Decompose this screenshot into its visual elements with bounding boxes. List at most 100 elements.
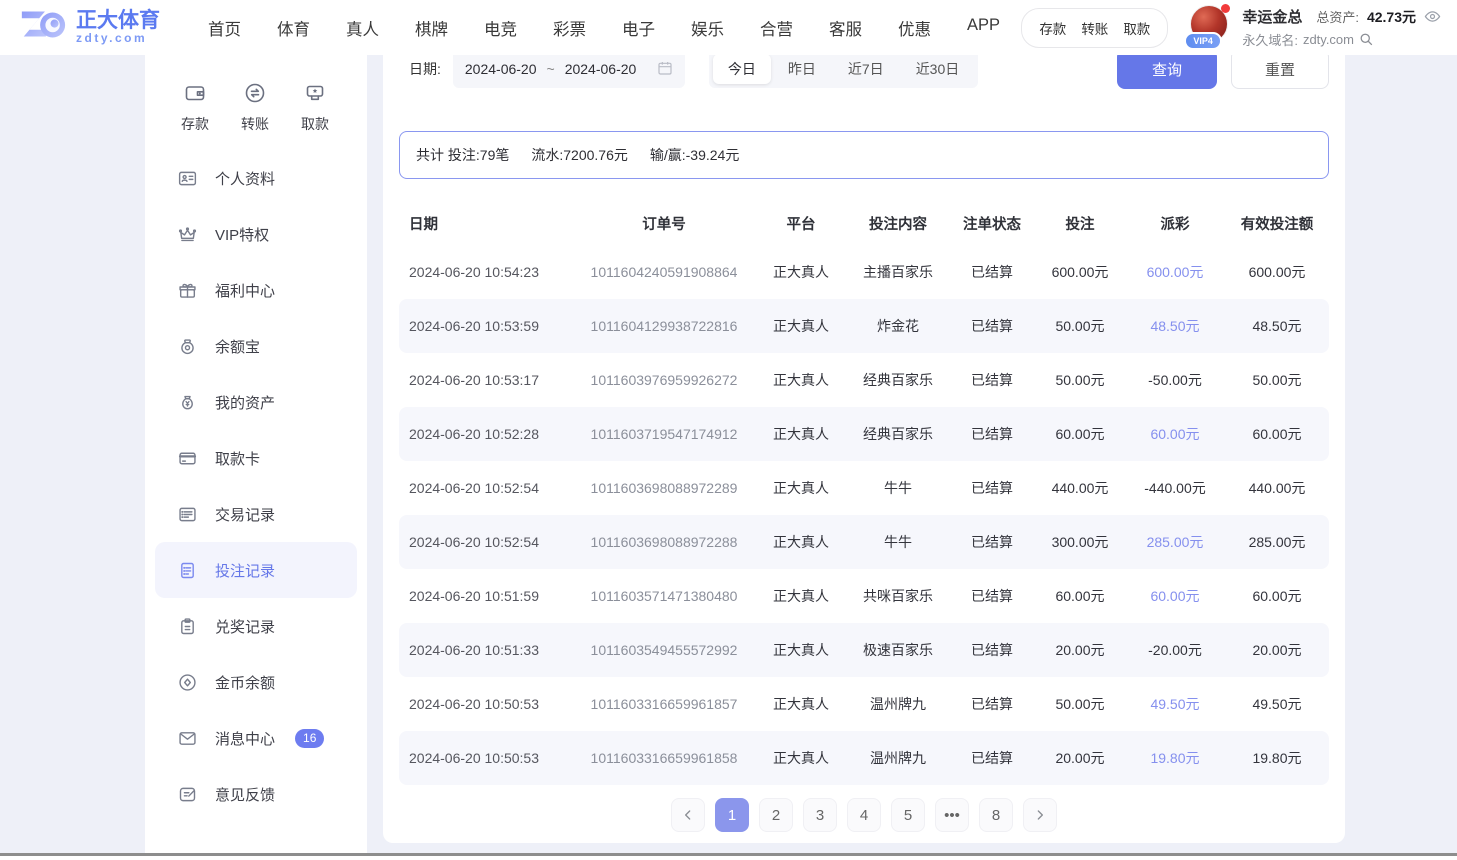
cell-valid: 60.00元	[1225, 586, 1329, 606]
cell-date: 2024-06-20 10:53:59	[399, 318, 573, 334]
cell-valid: 440.00元	[1225, 478, 1329, 498]
sidebar-item-welfare[interactable]: 福利中心	[155, 262, 357, 318]
cell-status: 已结算	[949, 370, 1035, 390]
page-1[interactable]: 1	[715, 798, 749, 832]
search-button[interactable]: 查询	[1117, 55, 1217, 89]
range-7days[interactable]: 近7日	[833, 55, 899, 84]
notification-dot	[1221, 4, 1230, 13]
vip-badge: VIP4	[1184, 32, 1222, 50]
nav-support[interactable]: 客服	[827, 12, 864, 44]
sidebar-item-transactions[interactable]: 交易记录	[155, 486, 357, 542]
column-header-bet: 投注	[1035, 213, 1125, 234]
money-pouch-icon	[177, 336, 198, 357]
cell-date: 2024-06-20 10:52:54	[399, 480, 573, 496]
eye-icon[interactable]	[1424, 8, 1441, 25]
sidebar-item-yuebao[interactable]: 余额宝	[155, 318, 357, 374]
date-range-input[interactable]: 2024-06-20 ~ 2024-06-20	[453, 55, 685, 88]
deposit-link[interactable]: 存款	[1039, 18, 1066, 38]
range-yesterday[interactable]: 昨日	[773, 55, 831, 84]
quick-action-label: 转账	[241, 114, 269, 134]
domain-label: 永久域名:	[1242, 30, 1298, 49]
table-row: 2024-06-20 10:54:23 1011604240591908864 …	[399, 245, 1329, 299]
summary-total: 共计 投注:79笔	[416, 145, 509, 165]
envelope-icon	[177, 728, 198, 749]
nav-live-casino[interactable]: 真人	[344, 12, 381, 44]
sidebar-item-label: 消息中心	[215, 728, 275, 749]
cell-status: 已结算	[949, 478, 1035, 498]
assets-label: 总资产:	[1316, 7, 1359, 26]
avatar[interactable]: VIP4	[1190, 4, 1232, 52]
sidebar-item-coin-balance[interactable]: 金币余额	[155, 654, 357, 710]
nav-partnership[interactable]: 合营	[758, 12, 795, 44]
quick-deposit[interactable]: 存款	[181, 81, 209, 134]
nav-app[interactable]: APP	[965, 12, 1002, 44]
cell-bet: 60.00元	[1035, 424, 1125, 444]
pagination-ellipsis[interactable]: •••	[935, 798, 969, 832]
page-5[interactable]: 5	[891, 798, 925, 832]
next-page-button[interactable]	[1023, 798, 1057, 832]
nav-chess[interactable]: 棋牌	[413, 12, 450, 44]
cell-order: 1011603719547174912	[573, 426, 755, 442]
sidebar-item-label: 金币余额	[215, 672, 275, 693]
prev-page-button[interactable]	[671, 798, 705, 832]
sidebar-item-feedback[interactable]: 意见反馈	[155, 766, 357, 822]
quick-action-label: 取款	[301, 114, 329, 134]
column-header-status: 注单状态	[949, 213, 1035, 234]
cell-content: 主播百家乐	[847, 262, 949, 282]
page-8[interactable]: 8	[979, 798, 1013, 832]
table-row: 2024-06-20 10:50:53 1011603316659961857 …	[399, 677, 1329, 731]
cell-status: 已结算	[949, 640, 1035, 660]
table-row: 2024-06-20 10:53:17 1011603976959926272 …	[399, 353, 1329, 407]
cell-content: 温州牌九	[847, 694, 949, 714]
sidebar-item-redeem-records[interactable]: 兑奖记录	[155, 598, 357, 654]
cell-payout: 285.00元	[1125, 532, 1225, 552]
cell-platform: 正大真人	[755, 694, 847, 714]
cell-platform: 正大真人	[755, 370, 847, 390]
cell-payout: 60.00元	[1125, 586, 1225, 606]
sidebar-item-withdraw-card[interactable]: 取款卡	[155, 430, 357, 486]
quick-transfer[interactable]: 转账	[241, 81, 269, 134]
nav-esports[interactable]: 电竞	[482, 12, 519, 44]
range-30days[interactable]: 近30日	[901, 55, 975, 84]
table-body: 2024-06-20 10:54:23 1011604240591908864 …	[399, 245, 1329, 785]
bottom-scrollbar[interactable]	[0, 853, 1457, 860]
page-2[interactable]: 2	[759, 798, 793, 832]
table-header: 日期 订单号 平台 投注内容 注单状态 投注 派彩 有效投注额	[399, 201, 1329, 245]
cell-platform: 正大真人	[755, 586, 847, 606]
cell-platform: 正大真人	[755, 748, 847, 768]
withdraw-link[interactable]: 取款	[1123, 18, 1150, 38]
cell-order: 1011604129938722816	[573, 318, 755, 334]
nav-entertainment[interactable]: 娱乐	[689, 12, 726, 44]
search-icon[interactable]	[1359, 32, 1374, 47]
nav-slots[interactable]: 电子	[620, 12, 657, 44]
cell-content: 极速百家乐	[847, 640, 949, 660]
sidebar-item-label: VIP特权	[215, 224, 269, 245]
quick-withdraw[interactable]: 取款	[301, 81, 329, 134]
nav-promotions[interactable]: 优惠	[896, 12, 933, 44]
cell-payout: 48.50元	[1125, 316, 1225, 336]
page-3[interactable]: 3	[803, 798, 837, 832]
page-4[interactable]: 4	[847, 798, 881, 832]
cell-valid: 285.00元	[1225, 532, 1329, 552]
sidebar-item-profile[interactable]: 个人资料	[155, 150, 357, 206]
cell-payout: 600.00元	[1125, 262, 1225, 282]
sidebar-item-vip[interactable]: VIP特权	[155, 206, 357, 262]
transfer-link[interactable]: 转账	[1081, 18, 1108, 38]
reset-button[interactable]: 重置	[1231, 55, 1329, 89]
nav-sports[interactable]: 体育	[275, 12, 312, 44]
table-row: 2024-06-20 10:52:54 1011603698088972288 …	[399, 515, 1329, 569]
range-today[interactable]: 今日	[713, 55, 771, 84]
sidebar-item-bet-records[interactable]: 投注记录	[155, 542, 357, 598]
summary-winloss: 输/赢:-39.24元	[650, 145, 739, 165]
nav-home[interactable]: 首页	[206, 12, 243, 44]
column-header-platform: 平台	[755, 213, 847, 234]
brand-logo[interactable]: 正大体育 zdty.com	[18, 4, 160, 51]
sidebar-item-assets[interactable]: 我的资产	[155, 374, 357, 430]
table-row: 2024-06-20 10:51:33 1011603549455572992 …	[399, 623, 1329, 677]
sidebar-item-messages[interactable]: 消息中心 16	[155, 710, 357, 766]
brand-domain: zdty.com	[76, 32, 160, 45]
nav-lottery[interactable]: 彩票	[551, 12, 588, 44]
bet-record-icon	[177, 560, 198, 581]
page: 正大体育 zdty.com 首页体育真人棋牌电竞彩票电子娱乐合营客服优惠APP …	[0, 0, 1457, 860]
sidebar-menu: 个人资料 VIP特权 福利中心 余额宝 我的资产 取款卡	[145, 150, 367, 822]
